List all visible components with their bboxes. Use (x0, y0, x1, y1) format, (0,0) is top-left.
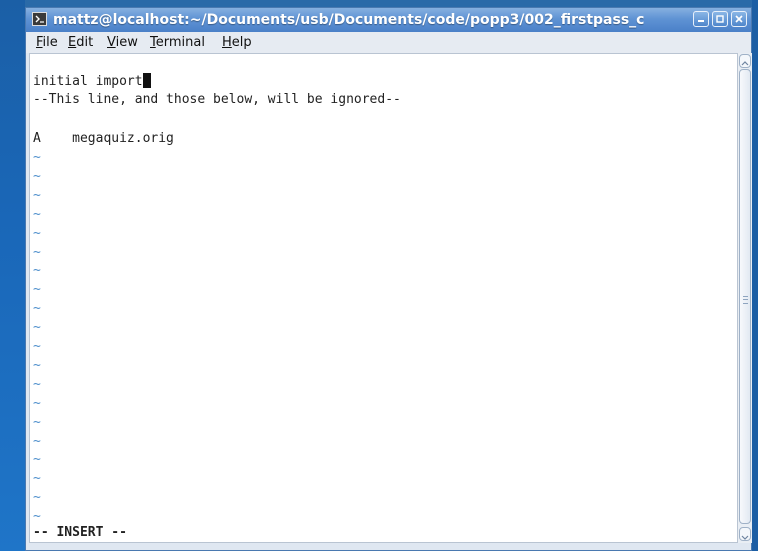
scroll-down-button[interactable] (739, 527, 751, 541)
menu-edit-mnemonic: E (68, 35, 77, 50)
vertical-scrollbar[interactable] (738, 53, 752, 543)
terminal-window: mattz@localhost:~/Documents/usb/Document… (25, 7, 752, 551)
maximize-icon (716, 15, 724, 23)
tilde-line: ~ (33, 263, 41, 278)
menu-help-mnemonic: H (222, 35, 232, 50)
tilde-line: ~ (33, 188, 41, 203)
scroll-thumb[interactable] (739, 69, 751, 524)
tilde-line: ~ (33, 169, 41, 184)
tilde-line: ~ (33, 245, 41, 260)
terminal-icon[interactable] (32, 12, 47, 26)
menu-view[interactable]: View (107, 35, 138, 51)
text-cursor (142, 73, 151, 88)
tilde-line: ~ (33, 320, 41, 335)
chevron-down-icon (741, 535, 749, 540)
menu-edit[interactable]: Edit (68, 35, 93, 51)
vim-mode-indicator: -- INSERT -- (33, 525, 127, 540)
terminal-text-area[interactable]: initial import --This line, and those be… (29, 53, 738, 543)
tilde-line: ~ (33, 207, 41, 222)
tilde-line: ~ (33, 282, 41, 297)
menu-edit-label: dit (76, 35, 94, 50)
menu-help[interactable]: Help (222, 35, 252, 51)
tilde-line: ~ (33, 509, 41, 524)
editor-line-4: A megaquiz.orig (33, 131, 174, 146)
editor-line-2: --This line, and those below, will be ig… (33, 92, 401, 107)
maximize-button[interactable] (712, 11, 728, 27)
tilde-line: ~ (33, 471, 41, 486)
menu-file[interactable]: File (36, 35, 58, 51)
menu-view-label: iew (115, 35, 138, 50)
tilde-line: ~ (33, 150, 41, 165)
tilde-line: ~ (33, 396, 41, 411)
title-bar[interactable]: mattz@localhost:~/Documents/usb/Document… (26, 8, 751, 32)
tilde-line: ~ (33, 377, 41, 392)
tilde-line: ~ (33, 490, 41, 505)
minimize-icon (698, 20, 704, 22)
close-button[interactable] (731, 11, 747, 27)
grip-icon (743, 296, 748, 304)
menu-bar: File Edit View Terminal Help (26, 32, 751, 53)
tilde-line: ~ (33, 358, 41, 373)
menu-terminal-label: erminal (155, 35, 205, 50)
desktop-background (0, 0, 25, 551)
tilde-line: ~ (33, 226, 41, 241)
tilde-line: ~ (33, 301, 41, 316)
menu-view-mnemonic: V (107, 35, 116, 50)
editor-line-1: initial import (33, 73, 151, 89)
tilde-line: ~ (33, 415, 41, 430)
menu-help-label: elp (231, 35, 252, 50)
scroll-up-button[interactable] (739, 54, 751, 68)
window-title: mattz@localhost:~/Documents/usb/Document… (53, 12, 645, 28)
menu-terminal[interactable]: Terminal (150, 35, 205, 51)
close-icon (735, 15, 743, 23)
desktop-edge (752, 0, 758, 551)
commit-message: initial import (33, 74, 143, 89)
tilde-line: ~ (33, 339, 41, 354)
tilde-line: ~ (33, 434, 41, 449)
tilde-line: ~ (33, 452, 41, 467)
minimize-button[interactable] (693, 11, 709, 27)
menu-file-label: ile (42, 35, 58, 50)
